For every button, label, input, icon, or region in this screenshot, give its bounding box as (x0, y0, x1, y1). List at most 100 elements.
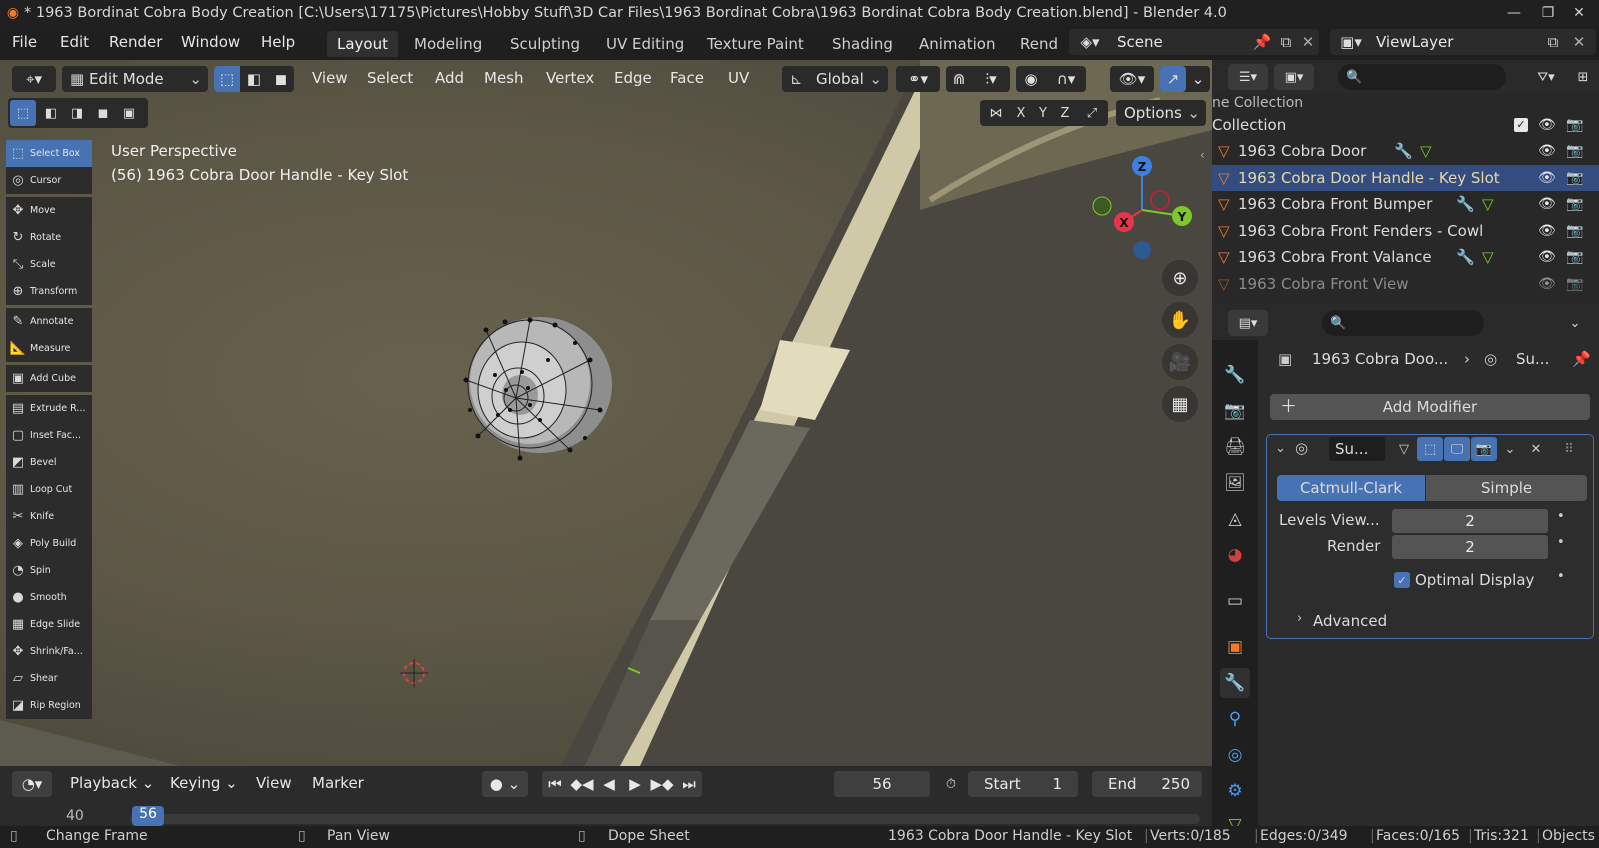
menu-render[interactable]: Render (109, 33, 162, 51)
render-tab-icon[interactable]: 📷 (1220, 396, 1250, 426)
chevron-down-icon[interactable]: ⌄ (1562, 310, 1588, 336)
snap-target-icon[interactable]: ⫶▾ (972, 66, 1010, 92)
collection-tab-icon[interactable]: ▭ (1220, 586, 1250, 616)
mesh-data-icon[interactable]: ▽ (1482, 191, 1494, 217)
tool-knife[interactable]: ✂ Knife (6, 503, 92, 530)
keyframe-dot-icon[interactable]: • (1557, 569, 1565, 584)
output-tab-icon[interactable]: 🖨 (1220, 432, 1250, 462)
eye-icon[interactable]: 👁 (1538, 165, 1556, 191)
tool-rotate[interactable]: ↻ Rotate (6, 224, 92, 251)
filter-view-icon[interactable]: ▣▾ (1274, 64, 1314, 90)
tool-cursor[interactable]: ◎ Cursor (6, 167, 92, 194)
levels-viewport-field[interactable]: 2 (1392, 509, 1548, 533)
menu-uv[interactable]: UV (728, 69, 749, 87)
outliner-item[interactable]: ▽ 1963 Cobra Front View 👁 📷 (1212, 271, 1599, 297)
tool-scale[interactable]: ⤡ Scale (6, 251, 92, 278)
camera-icon[interactable]: 📷 (1566, 112, 1583, 138)
eye-icon[interactable]: 👁 (1538, 244, 1556, 270)
render-levels-field[interactable]: 2 (1392, 535, 1548, 559)
tool-bevel[interactable]: ◩ Bevel (6, 449, 92, 476)
mesh-data-icon[interactable]: ▽ (1420, 138, 1432, 164)
tool-edge-slide[interactable]: ▦ Edge Slide (6, 611, 92, 638)
tool-add-cube[interactable]: ▣ Add Cube (6, 365, 92, 392)
transform-orientation[interactable]: ⊾ Global ⌄ (782, 66, 888, 92)
on-cage-toggle-icon[interactable]: ⬚ (1417, 437, 1443, 461)
tool-shear[interactable]: ▱ Shear (6, 665, 92, 692)
play-icon[interactable]: ▶ (622, 771, 648, 797)
3d-viewport[interactable]: ⌖▾ ▦ Edit Mode ⌄ ⬚ ◧ ◼ View Select Add Me… (0, 60, 1212, 766)
menu-edge[interactable]: Edge (614, 69, 652, 87)
pin-icon[interactable]: 📌 (1572, 346, 1591, 372)
menu-select[interactable]: Select (367, 69, 413, 87)
navigation-gizmo[interactable]: Z Y X (1090, 150, 1200, 260)
new-scene-icon[interactable]: ⧉ (1275, 29, 1297, 55)
menu-help[interactable]: Help (261, 33, 295, 51)
chevron-down-icon[interactable]: ⌄ (1275, 441, 1286, 456)
menu-vertex[interactable]: Vertex (546, 69, 594, 87)
tool-tab-icon[interactable]: 🔧 (1220, 360, 1250, 390)
camera-icon[interactable]: 📷 (1566, 191, 1583, 217)
modifier-icon[interactable]: 🔧 (1456, 244, 1475, 270)
optimal-display-checkbox[interactable]: ✓ (1394, 572, 1410, 588)
tool-select-box[interactable]: ⬚ Select Box (6, 140, 92, 167)
pin-icon[interactable]: 📌 (1251, 29, 1273, 55)
chevron-right-icon[interactable]: › (1297, 611, 1302, 626)
mirror-z-toggle[interactable]: Z (1054, 100, 1076, 126)
menu-keying[interactable]: Keying ⌄ (170, 774, 238, 792)
menu-view[interactable]: View (256, 774, 292, 792)
viewport-toggle-icon[interactable]: 🖵 (1444, 437, 1470, 461)
select-intersect-icon[interactable]: ▣ (116, 100, 142, 126)
tool-shrink[interactable]: ✥ Shrink/Fa... (6, 638, 92, 665)
topology-mirror-icon[interactable]: ⤢ (1080, 100, 1104, 126)
tab-sculpting[interactable]: Sculpting (500, 31, 590, 57)
edge-select-icon[interactable]: ◧ (241, 66, 267, 92)
options-button[interactable]: Options ⌄ (1116, 100, 1206, 126)
advanced-panel-label[interactable]: Advanced (1313, 612, 1387, 630)
sidebar-toggle-icon[interactable]: ‹ (1200, 148, 1205, 162)
chevron-down-icon[interactable]: ⌄ (1499, 437, 1521, 461)
current-frame-field[interactable]: 56 (834, 771, 930, 797)
tab-modeling[interactable]: Modeling (404, 31, 492, 57)
menu-edit[interactable]: Edit (60, 33, 89, 51)
select-subtract-icon[interactable]: ◨ (64, 100, 90, 126)
falloff-icon[interactable]: ∩▾ (1046, 66, 1086, 92)
select-extend-icon[interactable]: ◧ (38, 100, 64, 126)
new-view-layer-icon[interactable]: ⧉ (1542, 29, 1564, 55)
modifier-tab-icon[interactable]: 🔧 (1220, 668, 1250, 698)
visibility-button[interactable]: 👁▾ (1110, 66, 1154, 92)
stopwatch-icon[interactable]: ⏱ (938, 771, 964, 797)
close-button[interactable]: ✕ (1561, 0, 1597, 26)
tab-layout[interactable]: Layout (327, 31, 398, 57)
menu-mesh[interactable]: Mesh (484, 69, 524, 87)
physics-tab-icon[interactable]: ◎ (1220, 740, 1250, 770)
tool-spin[interactable]: ◔ Spin (6, 557, 92, 584)
outliner-search-input[interactable]: 🔍 (1338, 64, 1506, 90)
view-layer-selector[interactable]: ▣▾ ViewLayer ⧉ ✕ (1330, 29, 1596, 55)
next-keyframe-icon[interactable]: ▶◆ (648, 771, 676, 797)
eye-icon[interactable]: 👁 (1538, 191, 1556, 217)
tool-rip[interactable]: ◪ Rip Region (6, 692, 92, 719)
tab-uv-editing[interactable]: UV Editing (596, 31, 694, 57)
keyframe-dot-icon[interactable]: • (1557, 535, 1565, 550)
tool-move[interactable]: ✥ Move (6, 197, 92, 224)
tool-loop-cut[interactable]: ▥ Loop Cut (6, 476, 92, 503)
editor-type-button[interactable]: ⌖▾ (12, 66, 56, 92)
outliner-item[interactable]: ▽ 1963 Cobra Door Handle - Key Slot 👁 📷 (1212, 164, 1599, 191)
camera-icon[interactable]: 📷 (1566, 218, 1583, 244)
editor-type-button[interactable]: ◔▾ (12, 771, 52, 797)
modifier-name-field[interactable]: Su... (1329, 437, 1385, 461)
constraints-tab-icon[interactable]: ⚙ (1220, 776, 1250, 806)
jump-end-icon[interactable]: ⏭ (676, 771, 702, 797)
eye-icon[interactable]: 👁 (1538, 218, 1556, 244)
add-modifier-button[interactable]: ＋ Add Modifier (1270, 394, 1590, 420)
drag-handle-icon[interactable]: ⠿ (1557, 437, 1581, 461)
view-layer-tab-icon[interactable]: 🖼 (1220, 468, 1250, 498)
outliner-item[interactable]: ▽ 1963 Cobra Front Valance 🔧 ▽ 👁 📷 (1212, 244, 1599, 270)
hand-pan-icon[interactable]: ✋ (1162, 302, 1198, 338)
tool-extrude[interactable]: ▤ Extrude R... (6, 395, 92, 422)
modifier-icon[interactable]: 🔧 (1394, 138, 1413, 164)
tool-smooth[interactable]: ● Smooth (6, 584, 92, 611)
tab-animation[interactable]: Animation (909, 31, 1005, 57)
particles-tab-icon[interactable]: ⚲ (1220, 704, 1250, 734)
camera-icon[interactable]: 📷 (1566, 165, 1583, 191)
